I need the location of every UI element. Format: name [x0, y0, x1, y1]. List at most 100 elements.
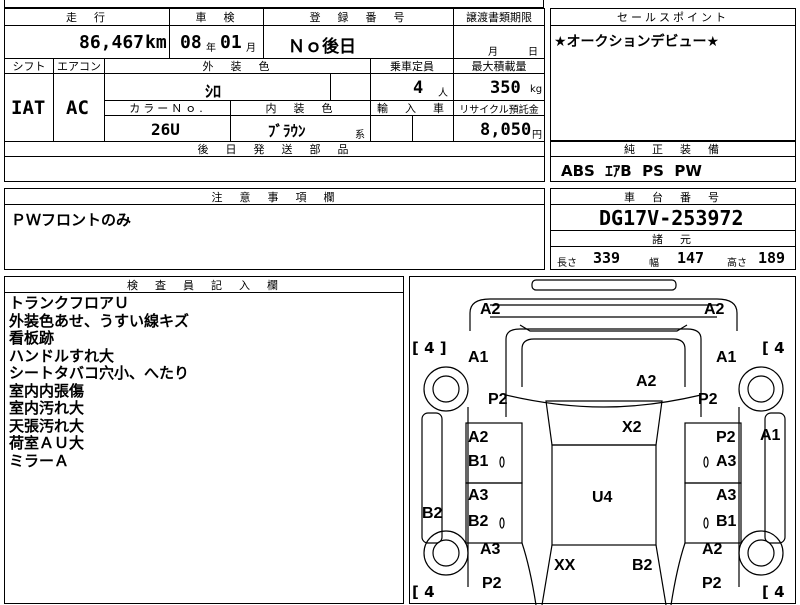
right-mark-2	[703, 517, 709, 529]
hood-inner	[521, 338, 686, 387]
inspector-line: ハンドルすれ大	[9, 346, 115, 365]
color-no-header: カラーＮｏ.	[104, 100, 231, 116]
tire-bracket-left-top: [ 4 ]	[412, 339, 447, 357]
chassis-cell: DG17V-253972	[550, 204, 796, 231]
length-value: 339	[593, 249, 621, 267]
tire-rear-left	[423, 530, 469, 576]
inspector-lines: トランクフロアＵ 外装色あせ、うすい線キズ 看板跡 ハンドルすれ大 シートタバコ穴小、へ…	[9, 294, 189, 470]
mileage-value: 86,467	[79, 32, 145, 53]
recycle-value: 8,050	[480, 120, 532, 140]
mark-right-rear-b: P2	[702, 575, 722, 592]
front-lights	[519, 324, 688, 332]
capacity-unit: 人	[438, 88, 448, 99]
sales-point-text: ★オークションデビュー★	[554, 34, 720, 50]
tire-front-right-inner	[747, 375, 775, 403]
mark-left-rear-a: A3	[480, 541, 501, 558]
max-load-cell: 350 kg	[453, 73, 545, 101]
left-mark-1	[499, 456, 505, 468]
capacity-cell: 4 人	[370, 73, 454, 101]
top-fragment-strip	[4, 0, 544, 8]
mark-right-side: A1	[760, 427, 781, 444]
tire-bracket-left-bottom: [ 4	[412, 583, 435, 601]
tire-front-left	[423, 366, 469, 412]
tire-front-left-inner	[432, 375, 460, 403]
rear-glass-line	[541, 544, 667, 605]
left-sill	[421, 412, 443, 544]
height-label: 高さ	[727, 258, 747, 269]
inspector-line: 室内汚れ大	[9, 399, 85, 417]
damage-map: [ 4 ] [ 4 [ 4 [ 4 A2 A2 A1 A1 A2 P2 P2 X…	[409, 276, 796, 605]
mark-left-door1-a: A2	[468, 429, 489, 446]
registration-value: Ｎｏ後日	[288, 37, 356, 57]
equipment-value: ABS ｴｱB PS PW	[561, 162, 702, 180]
inspector-header: 検 査 員 記 入 欄	[4, 276, 404, 293]
mark-rear-b: B2	[632, 557, 653, 574]
length-label: 長さ	[557, 258, 577, 269]
tire-bracket-right-top: [ 4	[762, 339, 785, 357]
shift-label: シフト	[12, 60, 46, 73]
later-parts-cell	[4, 156, 545, 182]
exterior-color-header: 外 装 色	[104, 58, 371, 74]
dims-cell: 長さ 339 幅 147 高さ 189	[550, 246, 796, 270]
mark-rear-glass: XX	[554, 557, 576, 574]
equipment-header: 純 正 装 備	[550, 141, 796, 157]
mark-left-door2-b: B2	[468, 513, 489, 530]
mark-front-right: A1	[716, 349, 737, 366]
aircon-value: AC	[66, 97, 89, 119]
aircon-header: エアコン	[53, 58, 105, 74]
equipment-cell: ABS ｴｱB PS PW	[550, 156, 796, 182]
registration-header: 登 録 番 号	[263, 8, 454, 26]
exterior-color-cell: ｼﾛ	[104, 73, 331, 101]
hood	[505, 328, 702, 408]
mileage-header: 走 行	[4, 8, 170, 26]
inspector-line: 天張汚れ大	[9, 416, 85, 435]
recycle-unit: 円	[532, 130, 542, 141]
recycle-header: リサイクル預託金	[453, 100, 545, 116]
inspector-line: 室内内張傷	[9, 381, 85, 400]
recycle-cell: 8,050 円	[453, 115, 545, 142]
mark-top-left: A2	[480, 301, 501, 318]
chassis-header: 車 台 番 号	[550, 188, 796, 205]
mark-front-left: A1	[468, 349, 489, 366]
mileage-cell: 86,467 km	[4, 25, 170, 59]
mark-hood: A2	[636, 373, 657, 390]
tire-right-bottom-value: 4	[774, 583, 785, 601]
import-cell-b	[412, 115, 454, 142]
tire-right-top-value: 4	[774, 339, 785, 357]
color-no-value: 26U	[151, 120, 180, 139]
sales-point-header: セールスポイント	[550, 8, 796, 26]
shift-header: シフト	[4, 58, 54, 74]
color-no-cell: 26U	[104, 115, 231, 142]
shift-cell: IAT	[4, 73, 54, 142]
mark-right-door1-a: P2	[716, 429, 736, 446]
registration-cell: Ｎｏ後日	[263, 25, 454, 59]
mark-right-door2-b: B1	[716, 513, 737, 530]
mark-left-door2-a: A3	[468, 487, 489, 504]
max-load-value: 350	[490, 78, 521, 98]
inspector-line: ミラーＡ	[9, 451, 70, 470]
later-parts-header: 後 日 発 送 部 品	[4, 141, 545, 157]
tire-front-right	[738, 366, 784, 412]
capacity-value: 4	[413, 78, 424, 98]
shift-value: IAT	[11, 97, 46, 119]
inspector-cell: トランクフロアＵ 外装色あせ、うすい線キズ 看板跡 ハンドルすれ大 シートタバコ穴小、へ…	[4, 292, 404, 604]
aircon-cell: AC	[53, 73, 105, 142]
mark-left-sill: B2	[422, 505, 443, 522]
mileage-unit: km	[145, 32, 167, 53]
dims-header: 諸 元	[550, 230, 796, 247]
tire-left-bottom-value: 4	[424, 583, 435, 601]
inspection-year-unit: 年	[206, 43, 216, 54]
sales-point-cell: ★オークションデビュー★	[550, 25, 796, 141]
interior-color-header: 内 装 色	[230, 100, 371, 116]
import-header: 輸 入 車	[370, 100, 454, 116]
notes-header: 注 意 事 項 欄	[4, 188, 545, 205]
right-mark-1	[703, 456, 709, 468]
import-cell-a	[370, 115, 413, 142]
inspection-year: 08	[180, 32, 202, 53]
height-value: 189	[758, 249, 786, 267]
rear-left-curve	[521, 542, 537, 605]
max-load-unit: kg	[530, 84, 543, 95]
mark-roof: U4	[592, 489, 613, 506]
front-outline	[469, 298, 738, 331]
interior-color-value: ﾌﾞﾗｳﾝ	[268, 122, 306, 140]
